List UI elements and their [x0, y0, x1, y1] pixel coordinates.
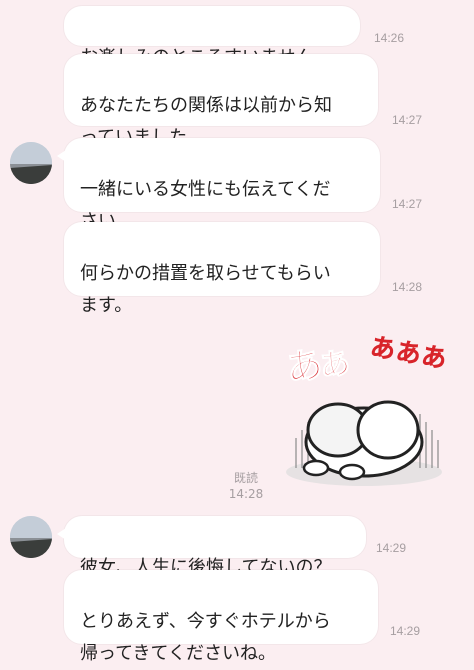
message-bubble[interactable]: 一緒にいる女性にも伝えてくだ さい — [57, 138, 380, 232]
read-receipt: 既読 14:28 — [222, 470, 270, 502]
sticker-text-big: あぁ — [283, 340, 350, 390]
message-time: 14:29 — [390, 624, 421, 638]
avatar[interactable] — [10, 516, 52, 558]
avatar[interactable] — [10, 142, 52, 184]
message-bubble[interactable]: お楽しみのところすいません。 — [64, 6, 360, 68]
avatar-photo-icon — [10, 142, 52, 184]
message-time: 14:26 — [374, 31, 405, 45]
message-time: 14:29 — [376, 541, 407, 555]
avatar-photo-icon — [10, 516, 52, 558]
message-text: とりあえず、今すぐホテルから 帰ってきてくださいね。 — [80, 611, 331, 664]
message-time: 14:27 — [392, 113, 423, 127]
sticker-crying-character[interactable]: あぁ ぁぁぁ — [278, 318, 450, 496]
message-time: 14:27 — [392, 197, 423, 211]
sticker-time: 14:28 — [228, 487, 264, 501]
read-label: 既読 — [233, 471, 258, 485]
message-bubble[interactable]: 彼女、人生に後悔してないの？ — [57, 516, 366, 578]
message-time: 14:28 — [392, 280, 423, 294]
message-text: 何らかの措置を取らせてもらい ます。 — [80, 263, 331, 316]
message-bubble[interactable]: あなたたちの関係は以前から知 っていました。 — [64, 54, 378, 148]
message-bubble[interactable]: とりあえず、今すぐホテルから 帰ってきてくださいね。 — [64, 570, 378, 664]
message-bubble[interactable]: 何らかの措置を取らせてもらい ます。 — [64, 222, 380, 316]
